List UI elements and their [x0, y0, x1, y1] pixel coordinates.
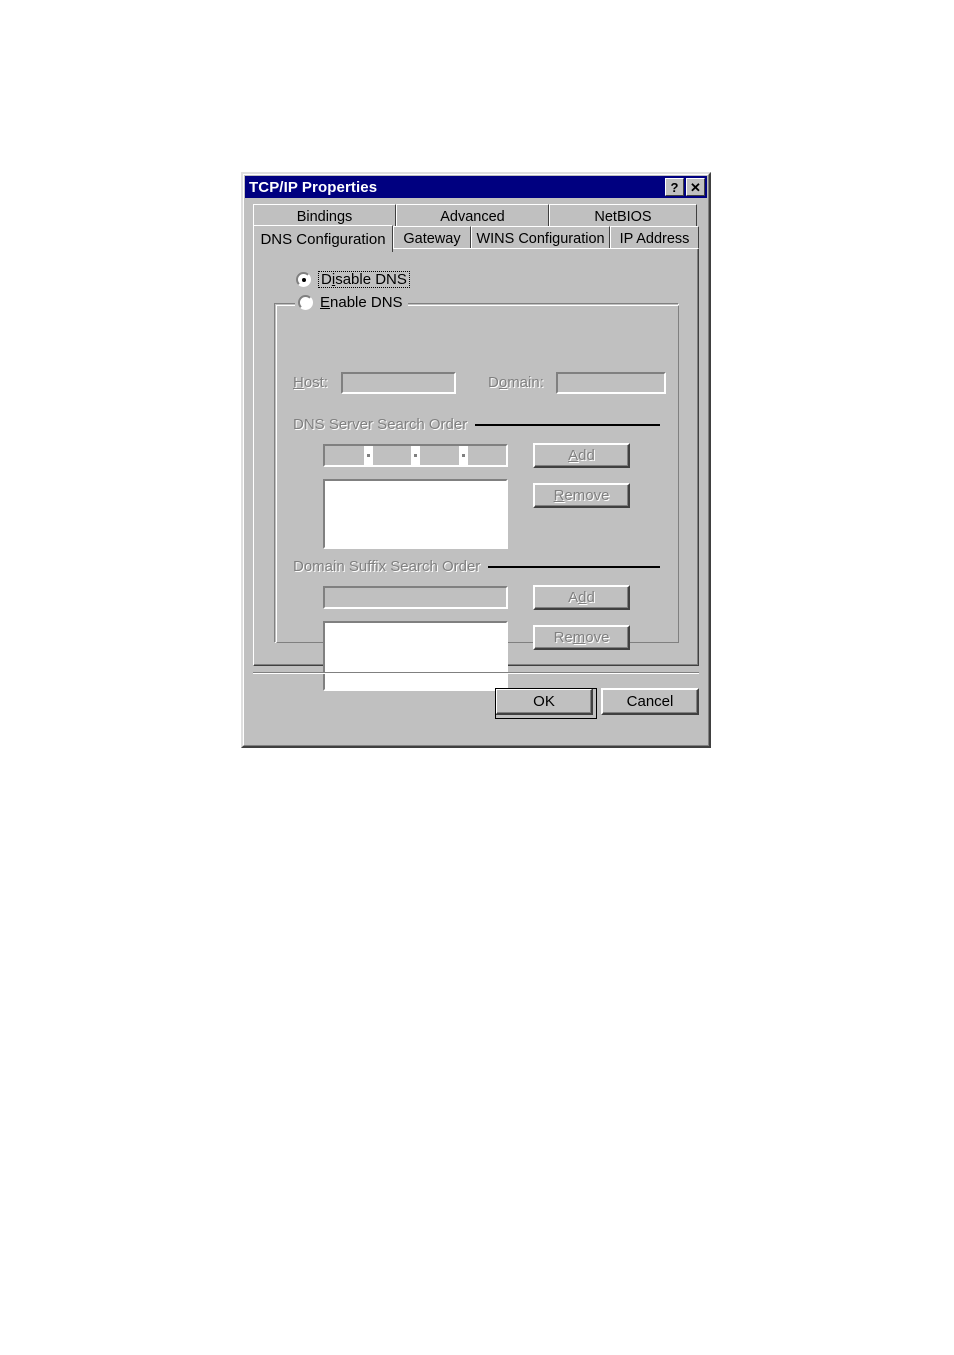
domain-suffix-search-order-title: Domain Suffix Search Order — [293, 558, 481, 575]
footer-separator — [253, 672, 699, 674]
dot-glyph — [461, 454, 465, 457]
tab-dns-configuration[interactable]: DNS Configuration — [253, 225, 393, 252]
titlebar-buttons: ? ✕ — [665, 178, 705, 196]
cancel-button[interactable]: Cancel — [601, 688, 699, 715]
radio-disable-dns-label: Disable DNS — [318, 271, 410, 288]
suffix-remove-suffix: ove — [585, 629, 610, 646]
suffix-remove-accel: m — [572, 629, 586, 646]
dot-glyph — [366, 454, 370, 457]
dns-remove-accel: R — [553, 487, 565, 504]
host-input[interactable] — [341, 372, 456, 394]
domain-row: Domain: — [488, 372, 666, 394]
dns-server-remove-label: Remove — [554, 487, 610, 504]
dns-add-suffix: dd — [578, 447, 595, 464]
dns-server-ip-separator-2 — [411, 446, 420, 465]
tab-advanced-label: Advanced — [440, 208, 505, 225]
suffix-add-accel: d — [578, 589, 587, 606]
dns-server-ip-octet-1[interactable] — [325, 446, 364, 465]
suffix-remove-prefix: Re — [553, 629, 573, 646]
enable-dns-accel: E — [320, 294, 331, 311]
dns-server-ip-separator-3 — [458, 446, 468, 465]
domain-suffix-search-order-rule — [488, 566, 660, 568]
ok-button[interactable]: OK — [495, 688, 597, 719]
domain-label-prefix: D — [488, 374, 499, 391]
tab-strip: Bindings Advanced NetBIOS DNS Configurat… — [253, 204, 699, 252]
footer-button-bar: OK Cancel — [243, 680, 709, 720]
tab-bindings-label: Bindings — [296, 208, 353, 225]
dns-server-search-order-title: DNS Server Search Order — [293, 416, 468, 433]
tab-wins-configuration-label: WINS Configuration — [476, 230, 605, 247]
dns-server-add-label: Add — [568, 447, 595, 464]
radio-enable-dns-label: Enable DNS — [320, 295, 403, 310]
domain-suffix-add-button[interactable]: Add — [533, 585, 630, 610]
domain-input[interactable] — [556, 372, 666, 394]
dns-server-ip-octet-3[interactable] — [420, 446, 459, 465]
tab-ip-address-label: IP Address — [619, 230, 690, 247]
dns-server-ip-octet-2[interactable] — [372, 446, 411, 465]
host-label-accel: H — [293, 374, 304, 391]
domain-suffix-add-label: Add — [568, 589, 595, 606]
window-title: TCP/IP Properties — [249, 178, 378, 196]
radio-enable-dns-indicator — [298, 295, 313, 310]
domain-suffix-input[interactable] — [323, 586, 508, 609]
dns-server-search-order-rule — [475, 424, 660, 426]
dns-server-search-order-header: DNS Server Search Order — [293, 417, 660, 433]
disable-dns-suffix: sable DNS — [335, 271, 407, 288]
radio-disable-dns-indicator — [296, 272, 311, 287]
titlebar[interactable]: TCP/IP Properties ? ✕ — [245, 176, 707, 198]
dns-server-remove-button[interactable]: Remove — [533, 483, 630, 508]
host-label-suffix: ost: — [303, 374, 329, 391]
cancel-button-label: Cancel — [626, 693, 674, 710]
host-label: Host: — [293, 375, 341, 391]
domain-label: Domain: — [488, 375, 556, 391]
suffix-add-prefix: A — [568, 589, 579, 606]
tab-netbios-label: NetBIOS — [594, 208, 652, 225]
close-icon[interactable]: ✕ — [686, 178, 705, 196]
suffix-add-suffix: d — [586, 589, 595, 606]
domain-label-accel: o — [498, 374, 508, 391]
dns-server-ip-input[interactable] — [323, 444, 508, 467]
radio-disable-dns-dot — [301, 277, 306, 282]
domain-suffix-remove-label: Remove — [554, 629, 610, 646]
help-icon[interactable]: ? — [665, 178, 684, 196]
dns-add-accel: A — [568, 447, 579, 464]
domain-suffix-remove-button[interactable]: Remove — [533, 625, 630, 650]
dns-server-ip-separator-1 — [363, 446, 373, 465]
dns-configuration-panel: Disable DNS Enable DNS Host: Domain: DNS… — [253, 248, 699, 691]
radio-enable-dns[interactable]: Enable DNS — [295, 295, 408, 310]
radio-disable-dns[interactable]: Disable DNS — [296, 271, 410, 288]
ok-button-label: OK — [533, 693, 555, 710]
tcpip-properties-dialog: TCP/IP Properties ? ✕ Bindings Advanced … — [241, 172, 711, 748]
tab-dns-configuration-label: DNS Configuration — [260, 230, 386, 248]
group-enable-dns: Enable DNS Host: Domain: DNS Server Sear… — [274, 295, 679, 691]
dns-server-list[interactable] — [323, 479, 508, 549]
enable-dns-suffix: nable DNS — [330, 294, 403, 311]
domain-label-suffix: main: — [507, 374, 544, 391]
host-row: Host: — [293, 372, 456, 394]
dns-server-ip-octet-4[interactable] — [467, 446, 506, 465]
tab-gateway-label: Gateway — [403, 230, 461, 247]
dns-server-add-button[interactable]: Add — [533, 443, 630, 468]
disable-dns-prefix: D — [321, 271, 332, 288]
domain-suffix-search-order-header: Domain Suffix Search Order — [293, 559, 660, 575]
dns-remove-suffix: emove — [564, 487, 610, 504]
dot-glyph — [414, 454, 417, 457]
